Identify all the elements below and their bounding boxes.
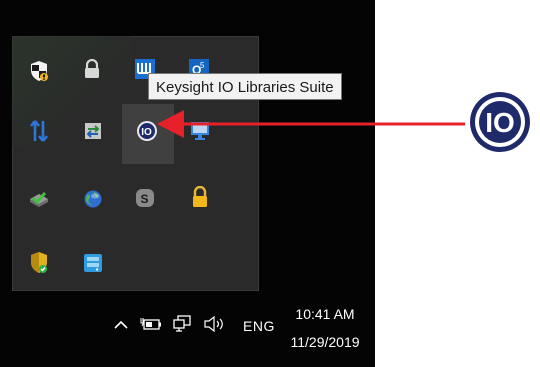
tooltip: Keysight IO Libraries Suite bbox=[148, 73, 342, 100]
input-language-indicator[interactable]: ENG bbox=[243, 318, 275, 334]
keysight-io-large-icon: IO bbox=[468, 90, 532, 154]
lock-icon[interactable] bbox=[79, 56, 105, 82]
svg-text:IO: IO bbox=[141, 127, 152, 138]
io-logo-label: IO bbox=[485, 107, 515, 138]
svg-text:S: S bbox=[141, 192, 149, 206]
clock-date: 11/29/2019 bbox=[290, 334, 360, 350]
skype-icon[interactable]: S bbox=[132, 185, 158, 211]
screenshot-stage: O 5 IO S Keysight IO Libraries Suite ENG… bbox=[0, 0, 540, 367]
keysight-io-icon[interactable]: IO bbox=[134, 118, 160, 144]
network-monitor-icon[interactable] bbox=[172, 314, 194, 334]
checkmark-drive-icon[interactable] bbox=[26, 186, 52, 212]
server-icon[interactable] bbox=[80, 250, 106, 276]
padlock-icon[interactable] bbox=[187, 184, 213, 210]
shield-check-icon[interactable] bbox=[26, 250, 52, 276]
remote-display-icon[interactable] bbox=[187, 118, 213, 144]
show-hidden-icons-chevron-icon[interactable] bbox=[112, 316, 130, 334]
volume-speaker-icon[interactable] bbox=[202, 314, 228, 334]
sync-arrows-icon[interactable] bbox=[26, 118, 52, 144]
battery-plug-icon[interactable] bbox=[139, 314, 163, 334]
windows-security-shield-icon[interactable] bbox=[26, 58, 52, 84]
clock-time: 10:41 AM bbox=[295, 306, 355, 322]
globe-icon[interactable] bbox=[80, 186, 106, 212]
network-adapter-icon[interactable] bbox=[80, 118, 106, 144]
svg-text:5: 5 bbox=[200, 61, 205, 70]
taskbar-clock[interactable]: 10:41 AM 11/29/2019 bbox=[280, 300, 370, 356]
